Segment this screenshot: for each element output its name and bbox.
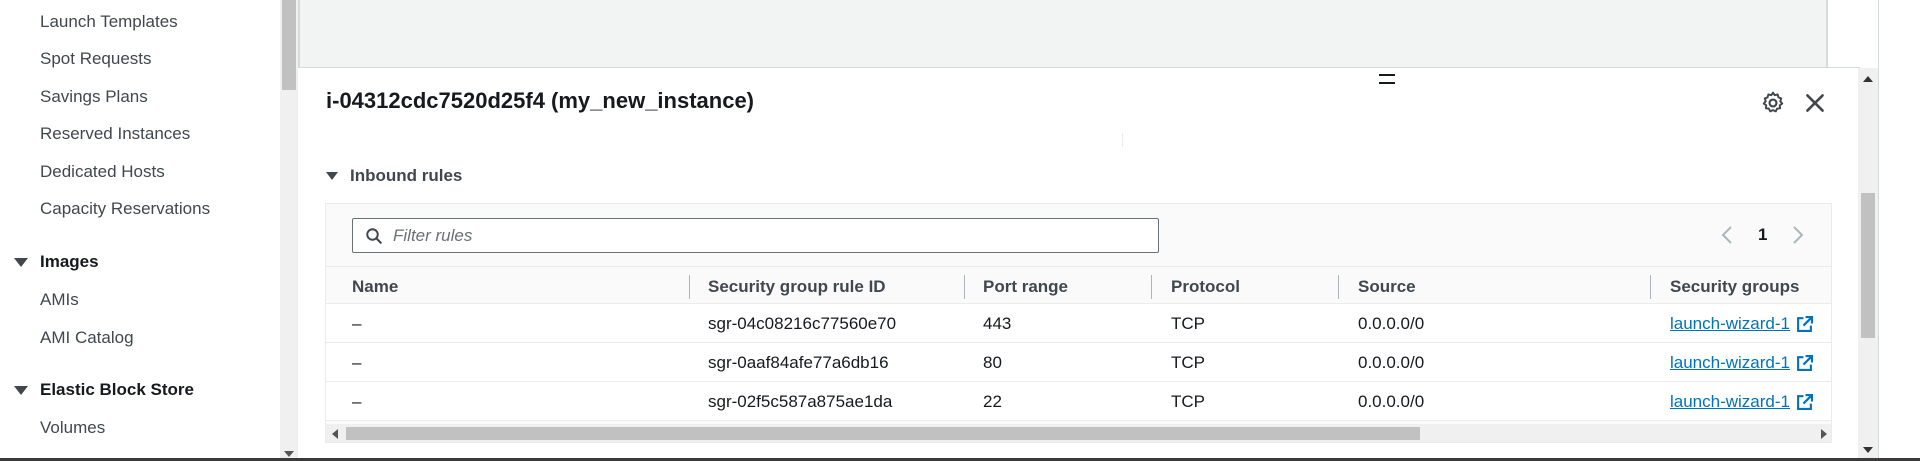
cell-name: – [352,353,362,372]
left-navigation: Launch Templates Spot Requests Savings P… [0,0,280,461]
column-header-name[interactable]: Name [352,277,398,297]
column-resizer[interactable] [689,275,690,299]
external-link-icon [1797,315,1813,332]
right-edge [1878,0,1920,461]
column-header-port-range[interactable]: Port range [983,277,1068,297]
scroll-left-arrow-icon[interactable] [332,429,338,439]
nav-item-dedicated-hosts[interactable]: Dedicated Hosts [40,162,165,182]
column-resizer[interactable] [1151,275,1152,299]
filter-rules-field[interactable] [352,218,1159,253]
nav-section-label: Elastic Block Store [40,380,195,399]
nav-item-reserved-instances[interactable]: Reserved Instances [40,124,190,144]
column-resizer[interactable] [964,275,965,299]
security-group-link-label: launch-wizard-1 [1670,314,1790,333]
nav-item-amis[interactable]: AMIs [40,290,79,310]
external-link-icon [1797,354,1813,371]
previous-page-button[interactable] [1716,224,1738,246]
external-link-icon [1797,393,1813,410]
filter-rules-input[interactable] [393,225,1133,246]
nav-item-savings-plans[interactable]: Savings Plans [40,87,148,107]
nav-section-images[interactable]: Images [14,252,99,272]
search-icon [366,227,382,244]
security-group-link[interactable]: launch-wizard-1 [1670,392,1813,412]
column-header-protocol[interactable]: Protocol [1171,277,1240,297]
next-page-button[interactable] [1787,224,1809,246]
cell-protocol: TCP [1171,392,1205,411]
cell-protocol: TCP [1171,314,1205,333]
security-group-link-label: launch-wizard-1 [1670,392,1790,411]
cell-port-range: 443 [983,314,1012,333]
pagination: 1 [1716,224,1809,246]
gear-icon[interactable] [1760,90,1786,116]
cell-rule-id: sgr-02f5c587a875ae1da [708,392,893,411]
inbound-rules-table-container: 1 Name Security group rule ID Port range… [325,203,1832,443]
column-resizer[interactable] [1338,275,1339,299]
table-row[interactable]: – sgr-04c08216c77560e70 443 TCP 0.0.0.0/… [326,304,1831,343]
divider [1122,133,1123,147]
vertical-scrollbar-thumb[interactable] [1861,193,1875,338]
horizontal-scrollbar-thumb[interactable] [346,427,1420,440]
column-resizer[interactable] [1650,275,1651,299]
table-header: Name Security group rule ID Port range P… [326,266,1831,304]
sidebar-scrollbar[interactable] [280,0,298,461]
sidebar-scrollbar-thumb[interactable] [282,0,296,90]
cell-name: – [352,314,362,333]
scroll-down-arrow-icon[interactable] [284,451,294,457]
panel-vertical-scrollbar[interactable] [1858,68,1878,461]
current-page-number[interactable]: 1 [1758,225,1767,245]
cell-rule-id: sgr-04c08216c77560e70 [708,314,897,333]
panel-title: i-04312cdc7520d25f4 (my_new_instance) [326,88,755,113]
caret-down-icon [14,257,28,267]
cell-port-range: 22 [983,392,1002,411]
nav-section-label: Images [40,252,99,271]
cell-source: 0.0.0.0/0 [1358,353,1425,372]
nav-item-spot-requests[interactable]: Spot Requests [40,49,152,69]
security-group-link[interactable]: launch-wizard-1 [1670,314,1813,334]
section-label: Inbound rules [350,166,463,185]
instance-details-panel: i-04312cdc7520d25f4 (my_new_instance) In… [300,67,1860,461]
cell-port-range: 80 [983,353,1002,372]
panel-resize-handle[interactable] [1379,74,1395,84]
cell-name: – [352,392,362,411]
security-group-link-label: launch-wizard-1 [1670,353,1790,372]
scroll-down-arrow-icon[interactable] [1863,447,1873,453]
column-header-security-groups[interactable]: Security groups [1670,277,1799,297]
cell-protocol: TCP [1171,353,1205,372]
nav-item-launch-templates[interactable]: Launch Templates [40,12,178,32]
caret-down-icon [326,172,338,180]
scroll-up-arrow-icon[interactable] [1863,76,1873,82]
caret-down-icon [14,385,28,395]
security-group-link[interactable]: launch-wizard-1 [1670,353,1813,373]
table-horizontal-scrollbar[interactable] [326,424,1831,442]
nav-item-volumes[interactable]: Volumes [40,418,105,438]
cell-rule-id: sgr-0aaf84afe77a6db16 [708,353,889,372]
nav-section-elastic-block-store[interactable]: Elastic Block Store [14,380,194,400]
cell-source: 0.0.0.0/0 [1358,392,1425,411]
chevron-right-icon [1793,226,1804,244]
main-content-area [298,0,1828,68]
scroll-right-arrow-icon[interactable] [1821,429,1827,439]
close-icon[interactable] [1802,90,1828,116]
nav-item-capacity-reservations[interactable]: Capacity Reservations [40,199,210,219]
table-row[interactable]: – sgr-0aaf84afe77a6db16 80 TCP 0.0.0.0/0… [326,343,1831,382]
table-row[interactable]: – sgr-02f5c587a875ae1da 22 TCP 0.0.0.0/0… [326,382,1831,421]
cell-source: 0.0.0.0/0 [1358,314,1425,333]
column-header-source[interactable]: Source [1358,277,1416,297]
chevron-left-icon [1721,226,1732,244]
nav-item-ami-catalog[interactable]: AMI Catalog [40,328,134,348]
inbound-rules-toggle[interactable]: Inbound rules [326,166,462,186]
column-header-rule-id[interactable]: Security group rule ID [708,277,886,297]
